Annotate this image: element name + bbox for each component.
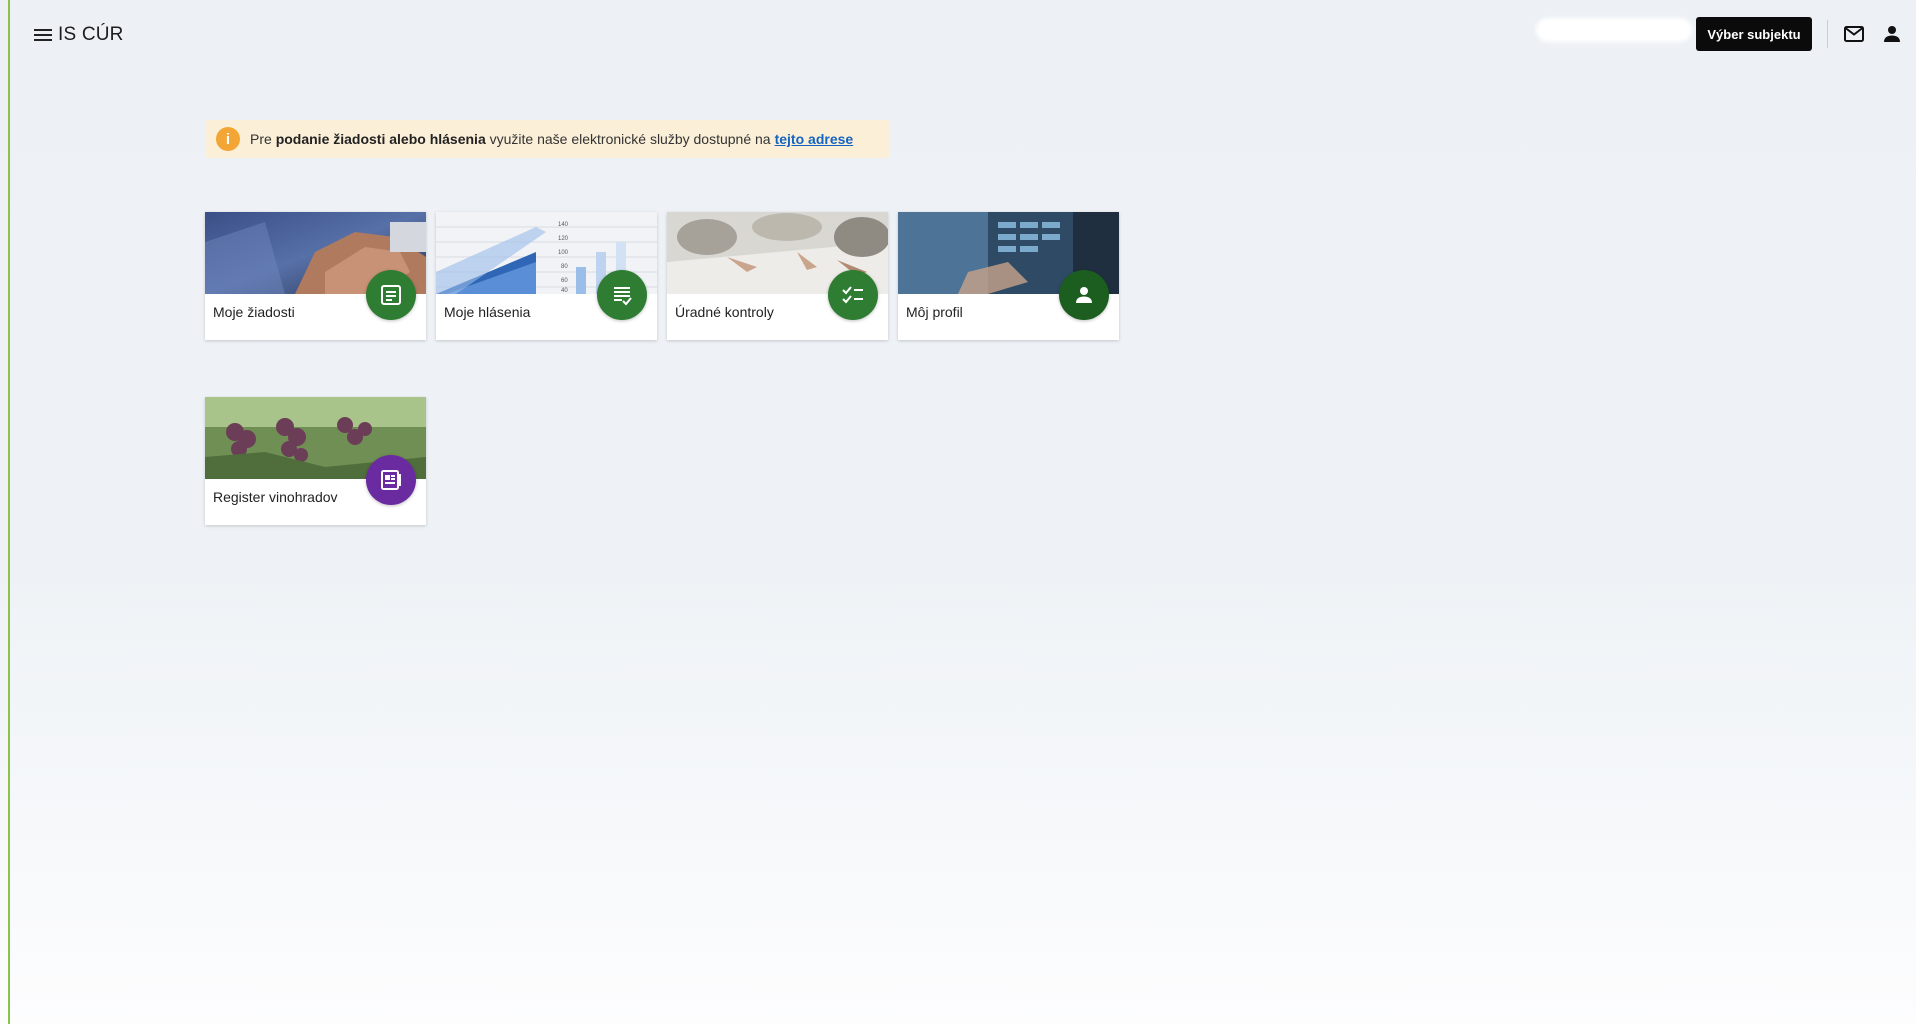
tile-label: Moje hlásenia bbox=[444, 304, 531, 320]
notice-bold: podanie žiadosti alebo hlásenia bbox=[275, 131, 486, 147]
document-icon bbox=[366, 270, 416, 320]
tile-label: Môj profil bbox=[906, 304, 963, 320]
subject-select-button[interactable]: Výber subjektu bbox=[1696, 17, 1812, 51]
tile-label: Moje žiadosti bbox=[213, 304, 295, 320]
svg-text:140: 140 bbox=[558, 222, 569, 228]
notice-middle: využite naše elektronické služby dostupn… bbox=[489, 131, 771, 147]
checklist-icon bbox=[828, 270, 878, 320]
register-icon bbox=[366, 455, 416, 505]
svg-text:120: 120 bbox=[558, 236, 569, 242]
tile-label: Register vinohradov bbox=[213, 489, 338, 505]
info-icon: i bbox=[216, 127, 240, 151]
top-bar: IS CÚR Výber subjektu bbox=[10, 0, 1916, 70]
person-icon bbox=[1059, 270, 1109, 320]
tile-moje-ziadosti[interactable]: Moje žiadosti bbox=[205, 212, 426, 340]
tile-label: Úradné kontroly bbox=[675, 304, 774, 320]
tile-moje-hlasenia[interactable]: 140 120 100 80 60 40 Moje hlásenia bbox=[436, 212, 657, 340]
notice-link[interactable]: tejto adrese bbox=[775, 131, 854, 147]
svg-text:40: 40 bbox=[561, 288, 568, 294]
account-icon[interactable] bbox=[1882, 24, 1902, 44]
svg-text:80: 80 bbox=[561, 264, 568, 270]
svg-text:100: 100 bbox=[558, 250, 569, 256]
mail-icon[interactable] bbox=[1844, 26, 1864, 42]
tile-uradne-kontroly[interactable]: Úradné kontroly bbox=[667, 212, 888, 340]
app-title: IS CÚR bbox=[58, 24, 124, 45]
redacted-user-name bbox=[1536, 18, 1692, 42]
report-list-icon bbox=[597, 270, 647, 320]
info-notice: i Pre podanie žiadosti alebo hlásenia vy… bbox=[205, 120, 889, 158]
tile-moj-profil[interactable]: Môj profil bbox=[898, 212, 1119, 340]
notice-prefix: Pre bbox=[250, 131, 272, 147]
menu-icon[interactable] bbox=[30, 24, 56, 46]
page: IS CÚR Výber subjektu i Pre podanie žiad… bbox=[0, 0, 1916, 1024]
tile-register-vinohradov[interactable]: Register vinohradov bbox=[205, 397, 426, 525]
header-divider bbox=[1827, 20, 1828, 48]
left-accent-border bbox=[8, 0, 10, 1024]
svg-text:60: 60 bbox=[561, 278, 568, 284]
